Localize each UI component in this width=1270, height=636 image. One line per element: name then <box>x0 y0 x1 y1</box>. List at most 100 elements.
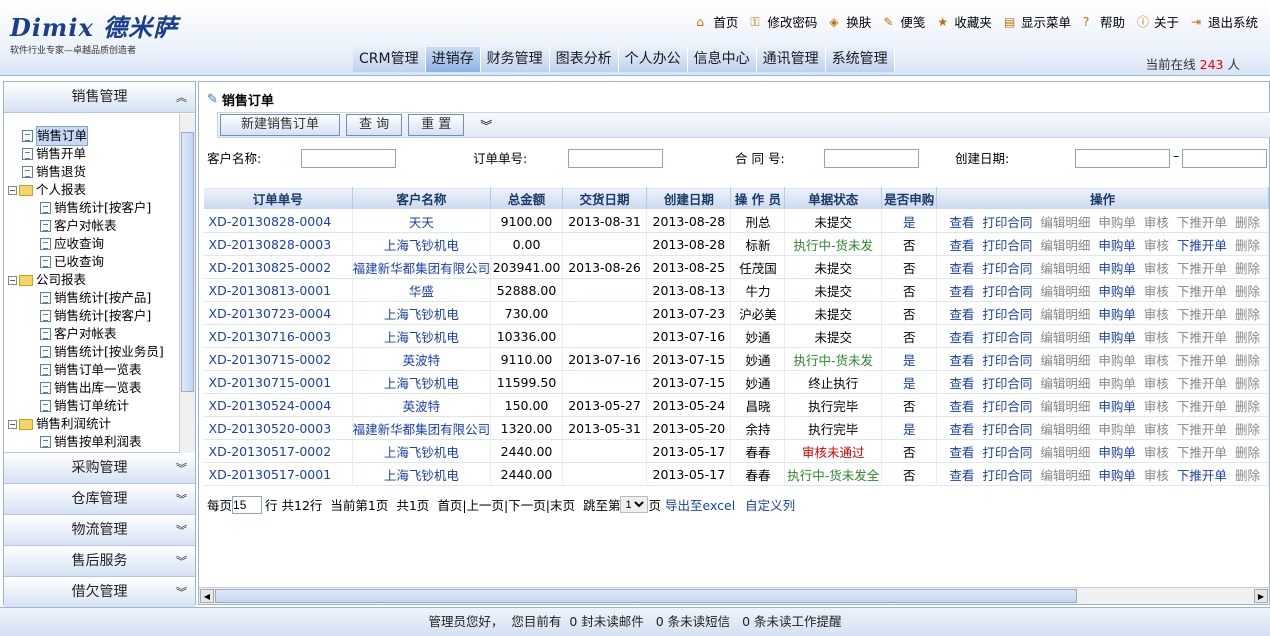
action-purchase-req[interactable]: 申购单 <box>1098 445 1136 460</box>
tree-item[interactable]: 销售出库一览表 <box>8 379 178 397</box>
order-no-link[interactable]: XD-20130524-0004 <box>203 393 353 417</box>
tree-item[interactable]: 已收查询 <box>8 253 178 271</box>
tree-item[interactable]: 客户对帐表 <box>8 325 178 343</box>
reset-button[interactable]: 重 置 <box>408 114 465 136</box>
query-button[interactable]: 查 询 <box>346 114 403 136</box>
action-push-order[interactable]: 下推开单 <box>1177 399 1227 414</box>
tree-item[interactable]: 销售按单利润表 <box>8 433 178 451</box>
order-no-link[interactable]: XD-20130520-0003 <box>203 416 353 440</box>
action-edit-detail[interactable]: 编辑明细 <box>1040 399 1090 414</box>
column-header[interactable]: 交货日期 <box>561 187 648 210</box>
action-audit[interactable]: 审核 <box>1144 261 1169 276</box>
action-print-contract[interactable]: 打印合同 <box>982 284 1032 299</box>
top-link[interactable]: ⇥ 退出系统 <box>1191 12 1258 31</box>
nav-tab[interactable]: 财务管理 <box>480 47 550 72</box>
action-edit-detail[interactable]: 编辑明细 <box>1040 468 1090 483</box>
action-delete[interactable]: 删除 <box>1235 422 1260 437</box>
page-select[interactable]: 1 <box>620 496 649 513</box>
action-view[interactable]: 查看 <box>949 307 974 322</box>
sidebar-section[interactable]: 物流管理 ︾ <box>4 515 195 546</box>
customer-link[interactable]: 英波特 <box>352 347 492 371</box>
column-header[interactable]: 操作 <box>936 187 1269 210</box>
action-edit-detail[interactable]: 编辑明细 <box>1040 215 1090 230</box>
action-audit[interactable]: 审核 <box>1144 284 1169 299</box>
action-view[interactable]: 查看 <box>949 261 974 276</box>
action-audit[interactable]: 审核 <box>1144 376 1169 391</box>
action-view[interactable]: 查看 <box>949 284 974 299</box>
column-header[interactable]: 单据状态 <box>784 187 883 210</box>
action-delete[interactable]: 删除 <box>1235 353 1260 368</box>
action-edit-detail[interactable]: 编辑明细 <box>1040 284 1090 299</box>
top-link[interactable]: ? 帮助 <box>1083 12 1125 31</box>
action-view[interactable]: 查看 <box>949 422 974 437</box>
action-audit[interactable]: 审核 <box>1144 399 1169 414</box>
action-view[interactable]: 查看 <box>949 238 974 253</box>
customer-link[interactable]: 上海飞钞机电 <box>352 301 492 325</box>
action-view[interactable]: 查看 <box>949 330 974 345</box>
action-delete[interactable]: 删除 <box>1235 399 1260 414</box>
top-link[interactable]: ⓘ 关于 <box>1137 12 1179 31</box>
customer-link[interactable]: 上海飞钞机电 <box>352 439 492 463</box>
column-header[interactable]: 是否申购 <box>881 187 938 210</box>
action-push-order[interactable]: 下推开单 <box>1177 445 1227 460</box>
order-no-link[interactable]: XD-20130716-0003 <box>203 324 353 348</box>
sidebar-section[interactable]: 仓库管理 ︾ <box>4 484 195 515</box>
action-print-contract[interactable]: 打印合同 <box>982 261 1032 276</box>
tree-item[interactable]: 销售统计[按产品] <box>8 289 178 307</box>
customer-link[interactable]: 天天 <box>352 209 492 233</box>
column-header[interactable]: 总金额 <box>490 187 563 210</box>
action-push-order[interactable]: 下推开单 <box>1177 261 1227 276</box>
tree-item[interactable]: 销售退货 <box>8 163 178 181</box>
action-view[interactable]: 查看 <box>949 399 974 414</box>
top-link[interactable]: ★ 收藏夹 <box>937 12 992 31</box>
created-date-to[interactable] <box>1182 149 1267 168</box>
action-print-contract[interactable]: 打印合同 <box>982 353 1032 368</box>
custom-columns-link[interactable]: 自定义列 <box>745 495 795 514</box>
action-delete[interactable]: 删除 <box>1235 376 1260 391</box>
collapse-icon[interactable]: − <box>8 185 17 195</box>
action-edit-detail[interactable]: 编辑明细 <box>1040 445 1090 460</box>
tree-item[interactable]: 销售统计[按客户] <box>8 199 178 217</box>
action-purchase-req[interactable]: 申购单 <box>1098 284 1136 299</box>
customer-input[interactable] <box>301 149 396 168</box>
top-link[interactable]: ▤ 显示菜单 <box>1004 12 1071 31</box>
column-header[interactable]: 操 作 员 <box>730 187 786 210</box>
tree-item[interactable]: 销售开单 <box>8 145 178 163</box>
action-purchase-req[interactable]: 申购单 <box>1098 261 1136 276</box>
column-header[interactable]: 客户名称 <box>351 187 492 210</box>
action-audit[interactable]: 审核 <box>1144 215 1169 230</box>
nav-tab[interactable]: 个人办公 <box>618 47 688 72</box>
tree-folder[interactable]: − 销售利润统计 <box>8 415 178 433</box>
action-purchase-req[interactable]: 申购单 <box>1098 422 1136 437</box>
customer-link[interactable]: 福建新华都集团有限公司 <box>352 416 492 440</box>
tree-folder[interactable]: − 公司报表 <box>8 271 178 289</box>
column-header[interactable]: 创建日期 <box>646 187 732 210</box>
order-no-link[interactable]: XD-20130723-0004 <box>203 301 353 325</box>
top-link[interactable]: ✎ 便笺 <box>883 12 925 31</box>
sidebar-section[interactable]: 借欠管理 ︾ <box>4 577 195 608</box>
action-audit[interactable]: 审核 <box>1144 422 1169 437</box>
tree-item[interactable]: 销售订单 <box>8 126 178 146</box>
action-view[interactable]: 查看 <box>949 468 974 483</box>
action-delete[interactable]: 删除 <box>1235 330 1260 345</box>
action-view[interactable]: 查看 <box>949 353 974 368</box>
tree-item[interactable]: 销售统计[按业务员] <box>8 343 178 361</box>
action-audit[interactable]: 审核 <box>1144 445 1169 460</box>
action-view[interactable]: 查看 <box>949 376 974 391</box>
order-no-link[interactable]: XD-20130828-0003 <box>203 232 353 256</box>
action-push-order[interactable]: 下推开单 <box>1177 307 1227 322</box>
action-view[interactable]: 查看 <box>949 215 974 230</box>
action-view[interactable]: 查看 <box>949 445 974 460</box>
created-date-from[interactable] <box>1075 149 1170 168</box>
top-link[interactable]: ⚿ 修改密码 <box>750 12 817 31</box>
action-purchase-req[interactable]: 申购单 <box>1098 238 1136 253</box>
order-no-input[interactable] <box>568 149 663 168</box>
action-print-contract[interactable]: 打印合同 <box>982 238 1032 253</box>
action-print-contract[interactable]: 打印合同 <box>982 307 1032 322</box>
action-purchase-req[interactable]: 申购单 <box>1098 376 1136 391</box>
action-delete[interactable]: 删除 <box>1235 238 1260 253</box>
action-edit-detail[interactable]: 编辑明细 <box>1040 238 1090 253</box>
tree-item[interactable]: 销售订单一览表 <box>8 361 178 379</box>
nav-tab[interactable]: 信息中心 <box>687 47 757 72</box>
action-purchase-req[interactable]: 申购单 <box>1098 215 1136 230</box>
